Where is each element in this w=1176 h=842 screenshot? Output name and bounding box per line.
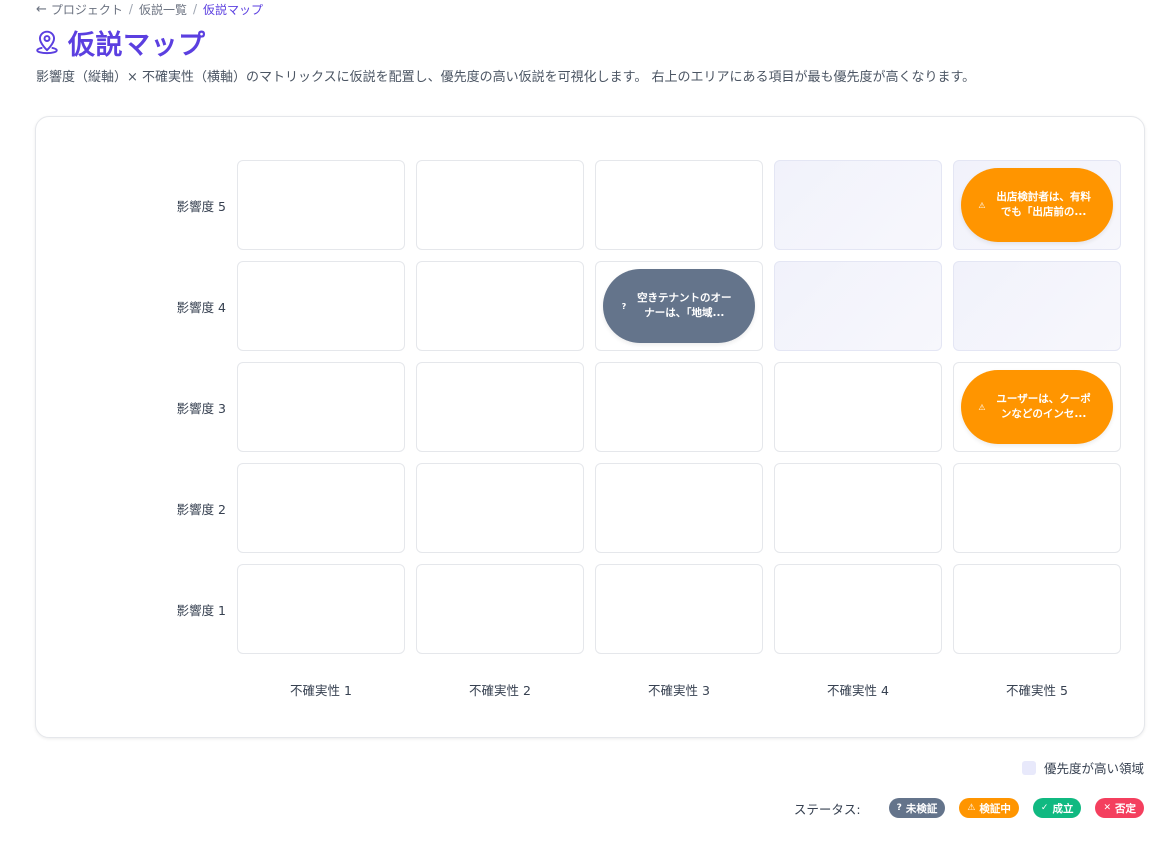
x-circle-icon: ✕ xyxy=(1103,803,1111,813)
status-legend: ステータス: ? 未検証 ⚠ 検証中 ✓ 成立 ✕ 否定 xyxy=(794,798,1144,818)
page-title: 仮説マップ xyxy=(68,29,206,61)
breadcrumb-projects[interactable]: プロジェクト xyxy=(51,1,123,18)
question-icon: ? xyxy=(896,803,902,813)
row-label-impact-3: 影響度 3 xyxy=(176,401,226,416)
status-badge-label: 未検証 xyxy=(905,802,938,815)
warning-icon: ⚠ xyxy=(978,402,986,412)
hypothesis-card[interactable]: ⚠ 出店検討者は、有料でも「出店前の... xyxy=(961,168,1113,242)
hypothesis-card[interactable]: ⚠ ユーザーは、クーポンなどのインセ... xyxy=(961,370,1113,444)
col-label-uncertainty-5: 不確実性 5 xyxy=(1006,683,1068,698)
status-badge-label: 成立 xyxy=(1052,802,1074,815)
arrow-left-icon[interactable]: ← xyxy=(36,2,47,17)
check-circle-icon: ✓ xyxy=(1040,803,1049,813)
matrix-cell-i2-u4[interactable] xyxy=(774,463,942,553)
breadcrumb-hypothesis-map: 仮説マップ xyxy=(203,2,264,17)
matrix-cell-i1-u5[interactable] xyxy=(953,564,1121,654)
breadcrumb-separator: / xyxy=(192,2,198,16)
matrix-cell-i4-u5[interactable] xyxy=(953,261,1121,351)
matrix-cell-i5-u3[interactable] xyxy=(595,160,763,250)
row-label-impact-5: 影響度 5 xyxy=(176,199,226,214)
breadcrumb: ← プロジェクト / 仮説一覧 / 仮説マップ xyxy=(36,0,263,18)
matrix-cell-i5-u5[interactable]: ⚠ 出店検討者は、有料でも「出店前の... xyxy=(953,160,1121,250)
hypothesis-card[interactable]: ? 空きテナントのオーナーは、「地域... xyxy=(603,269,755,343)
warning-icon: ⚠ xyxy=(978,200,986,210)
matrix-cell-i3-u5[interactable]: ⚠ ユーザーは、クーポンなどのインセ... xyxy=(953,362,1121,452)
matrix-cell-i3-u3[interactable] xyxy=(595,362,763,452)
col-label-uncertainty-1: 不確実性 1 xyxy=(290,683,352,698)
matrix-cell-i4-u4[interactable] xyxy=(774,261,942,351)
matrix-cell-i1-u2[interactable] xyxy=(416,564,584,654)
status-badge-rejected: ✕ 否定 xyxy=(1095,798,1144,818)
priority-swatch xyxy=(1021,760,1036,775)
breadcrumb-separator: / xyxy=(128,2,133,16)
map-pin-icon xyxy=(36,30,58,55)
matrix-cell-i2-u5[interactable] xyxy=(953,463,1121,553)
question-icon: ? xyxy=(621,301,627,311)
status-badge-label: 検証中 xyxy=(979,802,1011,815)
breadcrumb-hypothesis-list[interactable]: 仮説一覧 xyxy=(139,1,187,18)
matrix-cell-i4-u2[interactable] xyxy=(416,261,584,351)
matrix-cell-i2-u3[interactable] xyxy=(595,463,763,553)
matrix-cell-i5-u4[interactable] xyxy=(774,160,942,250)
status-legend-title: ステータス: xyxy=(793,801,861,817)
hypothesis-matrix: 影響度 5 ⚠ 出店検討者は、有料でも「出店前の... 影響度 4? 空きテナントのオー… xyxy=(35,116,1145,738)
priority-legend-label: 優先度が高い領域 xyxy=(1043,761,1144,776)
page-description: 影響度（縦軸）× 不確実性（横軸）のマトリックスに仮説を配置し、優先度の高い仮説… xyxy=(36,70,976,85)
matrix-cell-i2-u2[interactable] xyxy=(416,463,584,553)
col-label-uncertainty-4: 不確実性 4 xyxy=(827,683,889,698)
col-label-uncertainty-2: 不確実性 2 xyxy=(469,683,531,698)
status-badge-unverified: ? 未検証 xyxy=(888,798,946,818)
matrix-cell-i3-u1[interactable] xyxy=(237,362,405,452)
status-badge-label: 否定 xyxy=(1115,802,1136,815)
status-badge-verifying: ⚠ 検証中 xyxy=(959,798,1019,818)
warning-icon: ⚠ xyxy=(967,803,976,813)
matrix-cell-i2-u1[interactable] xyxy=(237,463,405,553)
matrix-cell-i3-u2[interactable] xyxy=(416,362,584,452)
hypothesis-text: 出店検討者は、有料でも「出店前の... xyxy=(996,191,1091,218)
matrix-cell-i5-u1[interactable] xyxy=(237,160,405,250)
matrix-cell-i1-u3[interactable] xyxy=(595,564,763,654)
page-header: 仮説マップ xyxy=(34,24,206,61)
matrix-cell-i1-u1[interactable] xyxy=(237,564,405,654)
matrix-cell-i1-u4[interactable] xyxy=(774,564,942,654)
hypothesis-text: ユーザーは、クーポンなどのインセ... xyxy=(996,393,1091,420)
row-label-impact-2: 影響度 2 xyxy=(176,502,226,517)
status-badge-established: ✓ 成立 xyxy=(1032,798,1082,818)
matrix-cell-i3-u4[interactable] xyxy=(774,362,942,452)
col-label-uncertainty-3: 不確実性 3 xyxy=(648,683,710,698)
hypothesis-text: 空きテナントのオーナーは、「地域... xyxy=(637,292,732,319)
row-label-impact-1: 影響度 1 xyxy=(176,603,226,618)
matrix-cell-i4-u1[interactable] xyxy=(237,261,405,351)
row-label-impact-4: 影響度 4 xyxy=(176,300,226,315)
matrix-cell-i5-u2[interactable] xyxy=(416,160,584,250)
matrix-cell-i4-u3[interactable]: ? 空きテナントのオーナーは、「地域... xyxy=(595,261,763,351)
priority-legend: 優先度が高い領域 xyxy=(1021,758,1144,777)
